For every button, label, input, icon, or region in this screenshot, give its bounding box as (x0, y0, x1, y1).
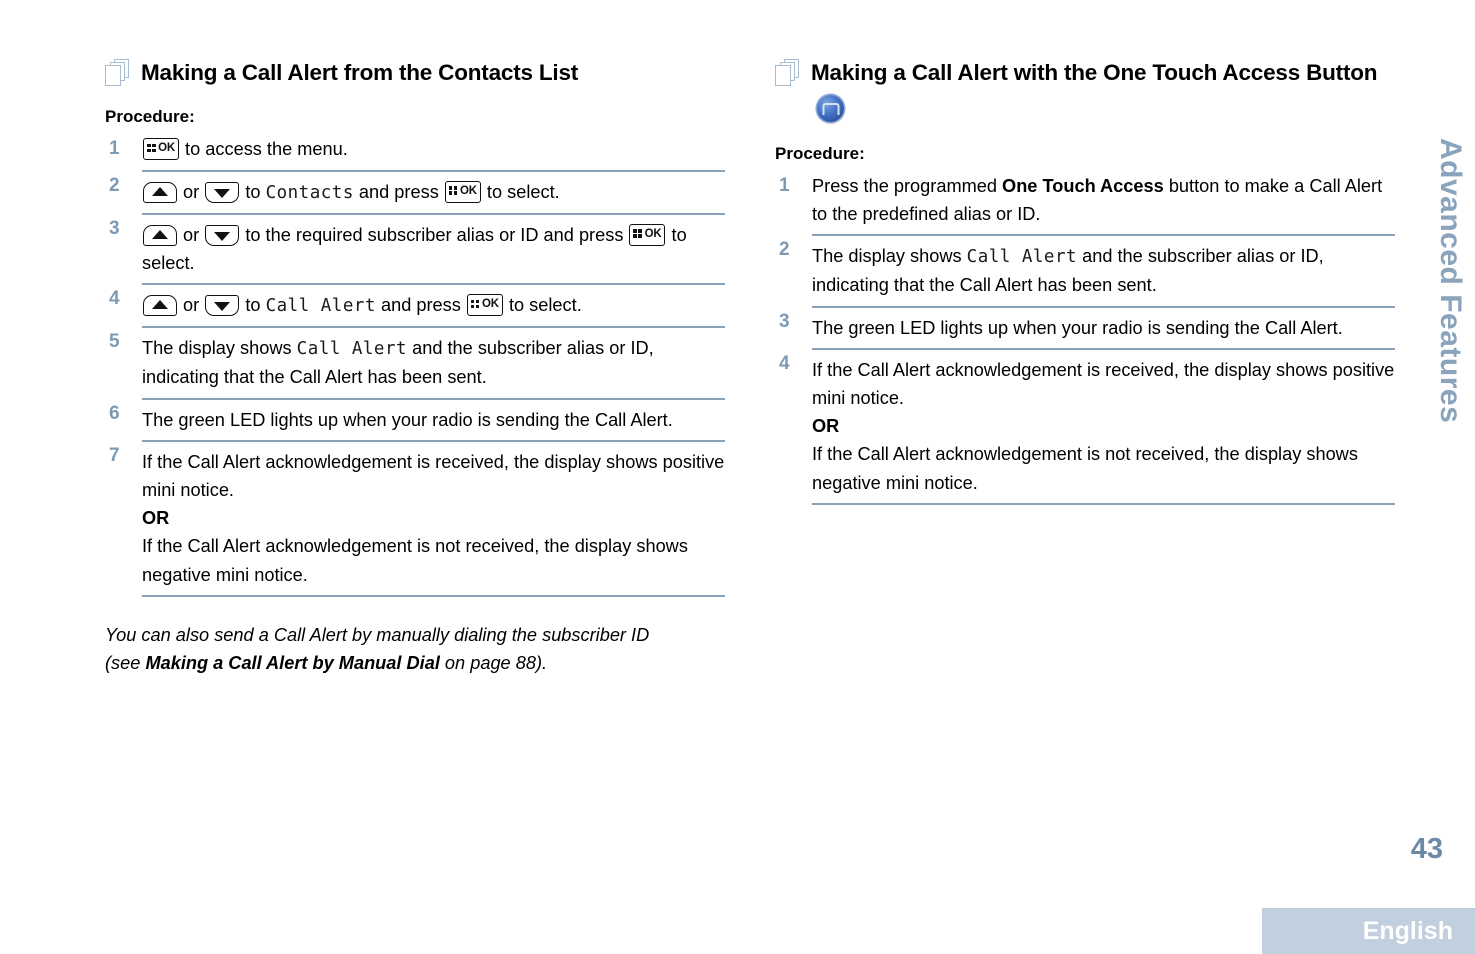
chapter-side-tab: Advanced Features (1434, 138, 1467, 424)
procedure-step: 1 OK to access the menu. (105, 135, 725, 172)
procedure-step: 2 The display shows Call Alert and the su… (775, 236, 1395, 308)
step-text: The display shows Call Alert and the sub… (812, 236, 1395, 308)
stacked-pages-icon (105, 59, 131, 87)
up-arrow-key-icon (143, 181, 177, 203)
step-text: The display shows Call Alert and the sub… (142, 328, 725, 400)
procedure-step: 2 or to Contacts and press OK to select. (105, 172, 725, 215)
step-number: 1 (109, 138, 120, 160)
page-number: 43 (1410, 833, 1443, 865)
right-heading-text: Making a Call Alert with the One Touch A… (811, 55, 1381, 128)
step-number: 2 (779, 239, 790, 261)
left-column: Making a Call Alert from the Contacts Li… (105, 55, 725, 677)
menu-ok-key-icon: OK (466, 294, 503, 317)
procedure-step: 3 The green LED lights up when your radio… (775, 308, 1395, 350)
left-note: You can also send a Call Alert by manual… (105, 621, 680, 677)
radio-display-text: Call Alert (265, 296, 376, 317)
left-section-heading: Making a Call Alert from the Contacts Li… (105, 55, 725, 91)
radio-display-text: Call Alert (296, 339, 408, 360)
step-text: OK to access the menu. (142, 135, 725, 172)
radio-display-text: Call Alert (966, 247, 1078, 268)
step-text: Press the programmed One Touch Access bu… (812, 172, 1395, 237)
down-arrow-key-icon (205, 224, 240, 246)
procedure-step: 6 The green LED lights up when your radio… (105, 400, 725, 442)
step-number: 7 (109, 444, 120, 466)
menu-ok-key-icon: OK (444, 180, 481, 203)
step-text: The green LED lights up when your radio … (142, 400, 725, 442)
step-number: 1 (779, 174, 790, 196)
up-arrow-key-icon (143, 295, 177, 317)
step-text: or to Contacts and press OK to select. (142, 172, 725, 215)
left-procedure-label: Procedure: (105, 107, 195, 127)
step-text: or to the required subscriber alias or I… (142, 215, 725, 286)
or-separator: OR (142, 508, 170, 529)
manual-page: Making a Call Alert from the Contacts Li… (0, 0, 1475, 954)
step-number: 3 (779, 310, 790, 332)
left-heading-text: Making a Call Alert from the Contacts Li… (141, 60, 579, 85)
menu-ok-key-icon: OK (629, 223, 666, 246)
radio-display-text: Contacts (265, 182, 354, 203)
one-touch-access-button-icon (817, 95, 844, 123)
step-number: 5 (109, 331, 120, 353)
step-number: 3 (109, 217, 120, 239)
note-bold-reference: Making a Call Alert by Manual Dial (145, 653, 440, 674)
step-number: 4 (109, 288, 120, 310)
procedure-step: 3 or to the required subscriber alias or… (105, 215, 725, 286)
right-section-heading: Making a Call Alert with the One Touch A… (775, 55, 1395, 128)
step-number: 4 (779, 352, 790, 374)
step-text: If the Call Alert acknowledgement is rec… (142, 442, 725, 597)
right-heading-label: Making a Call Alert with the One Touch A… (811, 60, 1378, 85)
up-arrow-key-icon (143, 224, 177, 246)
step-text: or to Call Alert and press OK to select. (142, 285, 725, 329)
language-bar: English (1262, 908, 1475, 954)
procedure-step: 5 The display shows Call Alert and the su… (105, 328, 725, 400)
step-number: 6 (109, 402, 120, 424)
or-separator: OR (812, 416, 840, 437)
procedure-step: 4 If the Call Alert acknowledgement is re… (775, 350, 1395, 505)
procedure-step: 4 or to Call Alert and press OK to selec… (105, 285, 725, 329)
note-tail: on page 88). (439, 653, 548, 674)
left-steps-list: 1 OK to access the menu. 2 or to Contacts … (105, 135, 725, 597)
step-text: The green LED lights up when your radio … (812, 308, 1395, 350)
step-text: If the Call Alert acknowledgement is rec… (812, 350, 1395, 505)
emphasis-text: One Touch Access (1002, 175, 1164, 196)
stacked-pages-icon (775, 59, 801, 87)
down-arrow-key-icon (205, 295, 240, 317)
language-label: English (1362, 917, 1453, 945)
procedure-step: 7 If the Call Alert acknowledgement is re… (105, 442, 725, 597)
procedure-step: 1 Press the programmed One Touch Access b… (775, 172, 1395, 237)
right-steps-list: 1 Press the programmed One Touch Access b… (775, 172, 1395, 505)
step-number: 2 (109, 174, 120, 196)
right-column: Making a Call Alert with the One Touch A… (775, 55, 1395, 505)
right-procedure-label: Procedure: (775, 143, 865, 163)
down-arrow-key-icon (205, 181, 240, 203)
menu-ok-key-icon: OK (143, 138, 179, 161)
